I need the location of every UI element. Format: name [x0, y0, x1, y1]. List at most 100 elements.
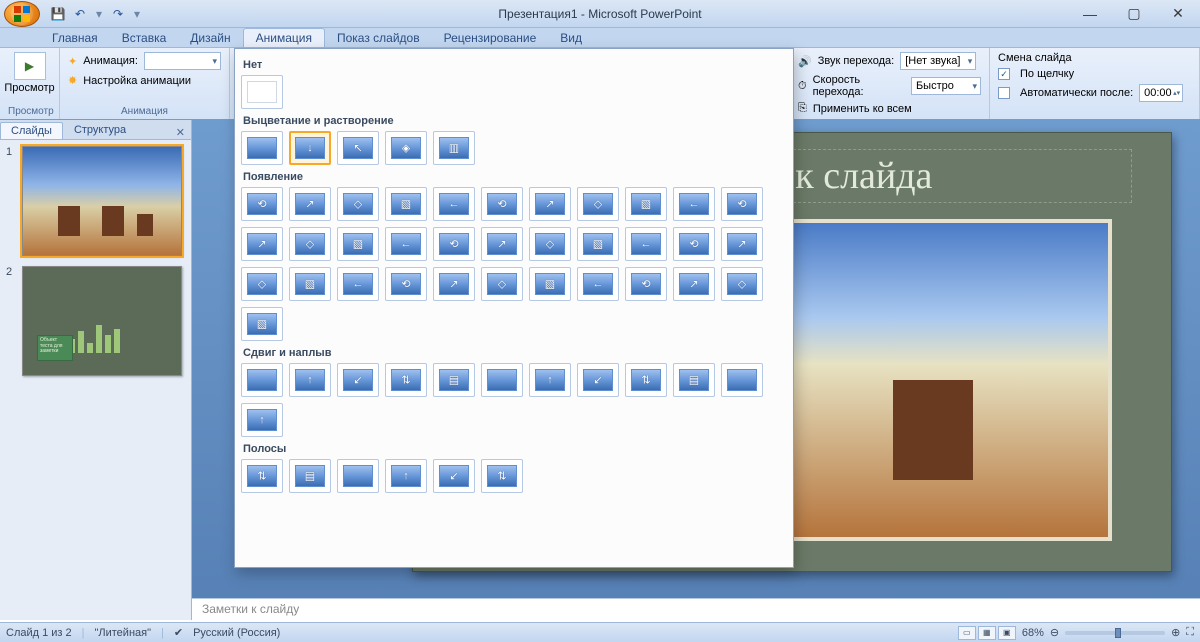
notes-pane[interactable]: Заметки к слайду: [192, 598, 1200, 620]
auto-after-time[interactable]: 00:00: [1139, 84, 1183, 102]
transition-item[interactable]: ↖: [337, 131, 379, 165]
transition-item[interactable]: ▧: [577, 227, 619, 261]
spellcheck-icon[interactable]: ✔: [174, 626, 183, 639]
transition-item[interactable]: ▧: [289, 267, 331, 301]
transition-item[interactable]: ▥: [433, 131, 475, 165]
transition-item[interactable]: ⇅: [385, 363, 427, 397]
transition-item[interactable]: ▧: [625, 187, 667, 221]
transition-item[interactable]: ▤: [433, 363, 475, 397]
office-button[interactable]: [4, 1, 40, 27]
minimize-button[interactable]: —: [1068, 3, 1112, 25]
transition-item[interactable]: ↗: [241, 227, 283, 261]
transition-item[interactable]: ←: [625, 227, 667, 261]
fit-to-window-button[interactable]: ⛶: [1186, 626, 1194, 639]
transition-item[interactable]: ⟲: [625, 267, 667, 301]
transition-item[interactable]: ▤: [289, 459, 331, 493]
transition-item[interactable]: ◇: [529, 227, 571, 261]
transition-item[interactable]: ⟲: [385, 267, 427, 301]
zoom-slider[interactable]: [1065, 631, 1165, 635]
transition-item[interactable]: ↑: [385, 459, 427, 493]
language-indicator[interactable]: Русский (Россия): [193, 627, 280, 639]
transition-item[interactable]: ◇: [289, 227, 331, 261]
status-bar: Слайд 1 из 2 | "Литейная" | ✔ Русский (Р…: [0, 622, 1200, 642]
auto-after-label: Автоматически после:: [1020, 87, 1133, 99]
transition-item[interactable]: [241, 75, 283, 109]
preview-button[interactable]: ▶ Просмотр: [8, 52, 51, 94]
transition-item[interactable]: ⟲: [721, 187, 763, 221]
slide-thumbnail-1[interactable]: [22, 146, 182, 256]
tab-insert[interactable]: Вставка: [110, 29, 179, 47]
transition-item[interactable]: ↑: [529, 363, 571, 397]
transition-item[interactable]: ⟲: [241, 187, 283, 221]
transition-item[interactable]: ⇅: [625, 363, 667, 397]
tab-slideshow[interactable]: Показ слайдов: [325, 29, 432, 47]
slideshow-view-button[interactable]: ▣: [998, 626, 1016, 640]
save-icon[interactable]: 💾: [50, 6, 66, 22]
auto-after-checkbox[interactable]: [998, 87, 1010, 99]
transition-sound-combo[interactable]: [Нет звука]: [900, 52, 976, 70]
apply-to-all-button[interactable]: ⎘Применить ко всем: [798, 102, 981, 115]
transition-item[interactable]: ⇅: [481, 459, 523, 493]
transition-item[interactable]: ◇: [577, 187, 619, 221]
close-button[interactable]: ✕: [1156, 3, 1200, 25]
transition-item[interactable]: ⇅: [241, 459, 283, 493]
transition-speed-combo[interactable]: Быстро: [911, 77, 981, 95]
transition-item[interactable]: ▧: [241, 307, 283, 341]
transition-item[interactable]: ◇: [241, 267, 283, 301]
transition-item[interactable]: ◈: [385, 131, 427, 165]
transition-item[interactable]: ↑: [289, 363, 331, 397]
transition-item[interactable]: ▧: [529, 267, 571, 301]
tab-home[interactable]: Главная: [40, 29, 110, 47]
transition-item[interactable]: [241, 363, 283, 397]
transition-item[interactable]: ⟲: [481, 187, 523, 221]
transition-item[interactable]: [721, 363, 763, 397]
transition-item[interactable]: ↗: [433, 267, 475, 301]
transition-item[interactable]: [481, 363, 523, 397]
transition-item[interactable]: ◇: [481, 267, 523, 301]
transition-item[interactable]: ←: [577, 267, 619, 301]
transition-item[interactable]: [241, 131, 283, 165]
zoom-percent[interactable]: 68%: [1022, 627, 1044, 639]
animation-combo[interactable]: [144, 52, 221, 70]
redo-icon[interactable]: ↷: [110, 6, 126, 22]
transition-item[interactable]: ⟲: [433, 227, 475, 261]
transition-item[interactable]: ↗: [721, 227, 763, 261]
transition-item[interactable]: [337, 459, 379, 493]
transition-item[interactable]: ↙: [577, 363, 619, 397]
transition-item[interactable]: ◇: [337, 187, 379, 221]
transition-item[interactable]: ▧: [385, 187, 427, 221]
sorter-view-button[interactable]: ▦: [978, 626, 996, 640]
custom-animation-button[interactable]: ✸ Настройка анимации: [68, 74, 221, 87]
outline-tab[interactable]: Структура: [63, 121, 137, 139]
slides-tab[interactable]: Слайды: [0, 122, 63, 139]
transition-item[interactable]: ◇: [721, 267, 763, 301]
transition-item[interactable]: ▧: [337, 227, 379, 261]
transition-item[interactable]: ⟲: [673, 227, 715, 261]
transition-item[interactable]: ↗: [481, 227, 523, 261]
transition-item[interactable]: ←: [673, 187, 715, 221]
group-label-preview: Просмотр: [8, 106, 51, 117]
tab-review[interactable]: Рецензирование: [432, 29, 549, 47]
transition-item[interactable]: ←: [337, 267, 379, 301]
on-click-checkbox[interactable]: ✓: [998, 68, 1010, 80]
transition-item[interactable]: ↗: [529, 187, 571, 221]
undo-icon[interactable]: ↶: [72, 6, 88, 22]
transition-item[interactable]: ←: [385, 227, 427, 261]
normal-view-button[interactable]: ▭: [958, 626, 976, 640]
transition-item[interactable]: ↗: [289, 187, 331, 221]
transition-item[interactable]: ↓: [289, 131, 331, 165]
transition-item[interactable]: ←: [433, 187, 475, 221]
transition-item[interactable]: ▤: [673, 363, 715, 397]
tab-design[interactable]: Дизайн: [178, 29, 242, 47]
transition-item[interactable]: ↗: [673, 267, 715, 301]
transition-item[interactable]: ↙: [337, 363, 379, 397]
tab-view[interactable]: Вид: [548, 29, 594, 47]
transition-item[interactable]: ↙: [433, 459, 475, 493]
maximize-button[interactable]: ▢: [1112, 3, 1156, 25]
transition-item[interactable]: ↑: [241, 403, 283, 437]
zoom-out-button[interactable]: ⊖: [1050, 626, 1059, 639]
slide-thumbnail-2[interactable]: Презентация Пример оформления Объект тес…: [22, 266, 182, 376]
close-pane-icon[interactable]: ✕: [176, 126, 185, 139]
zoom-in-button[interactable]: ⊕: [1171, 626, 1180, 639]
tab-animations[interactable]: Анимация: [243, 28, 325, 47]
